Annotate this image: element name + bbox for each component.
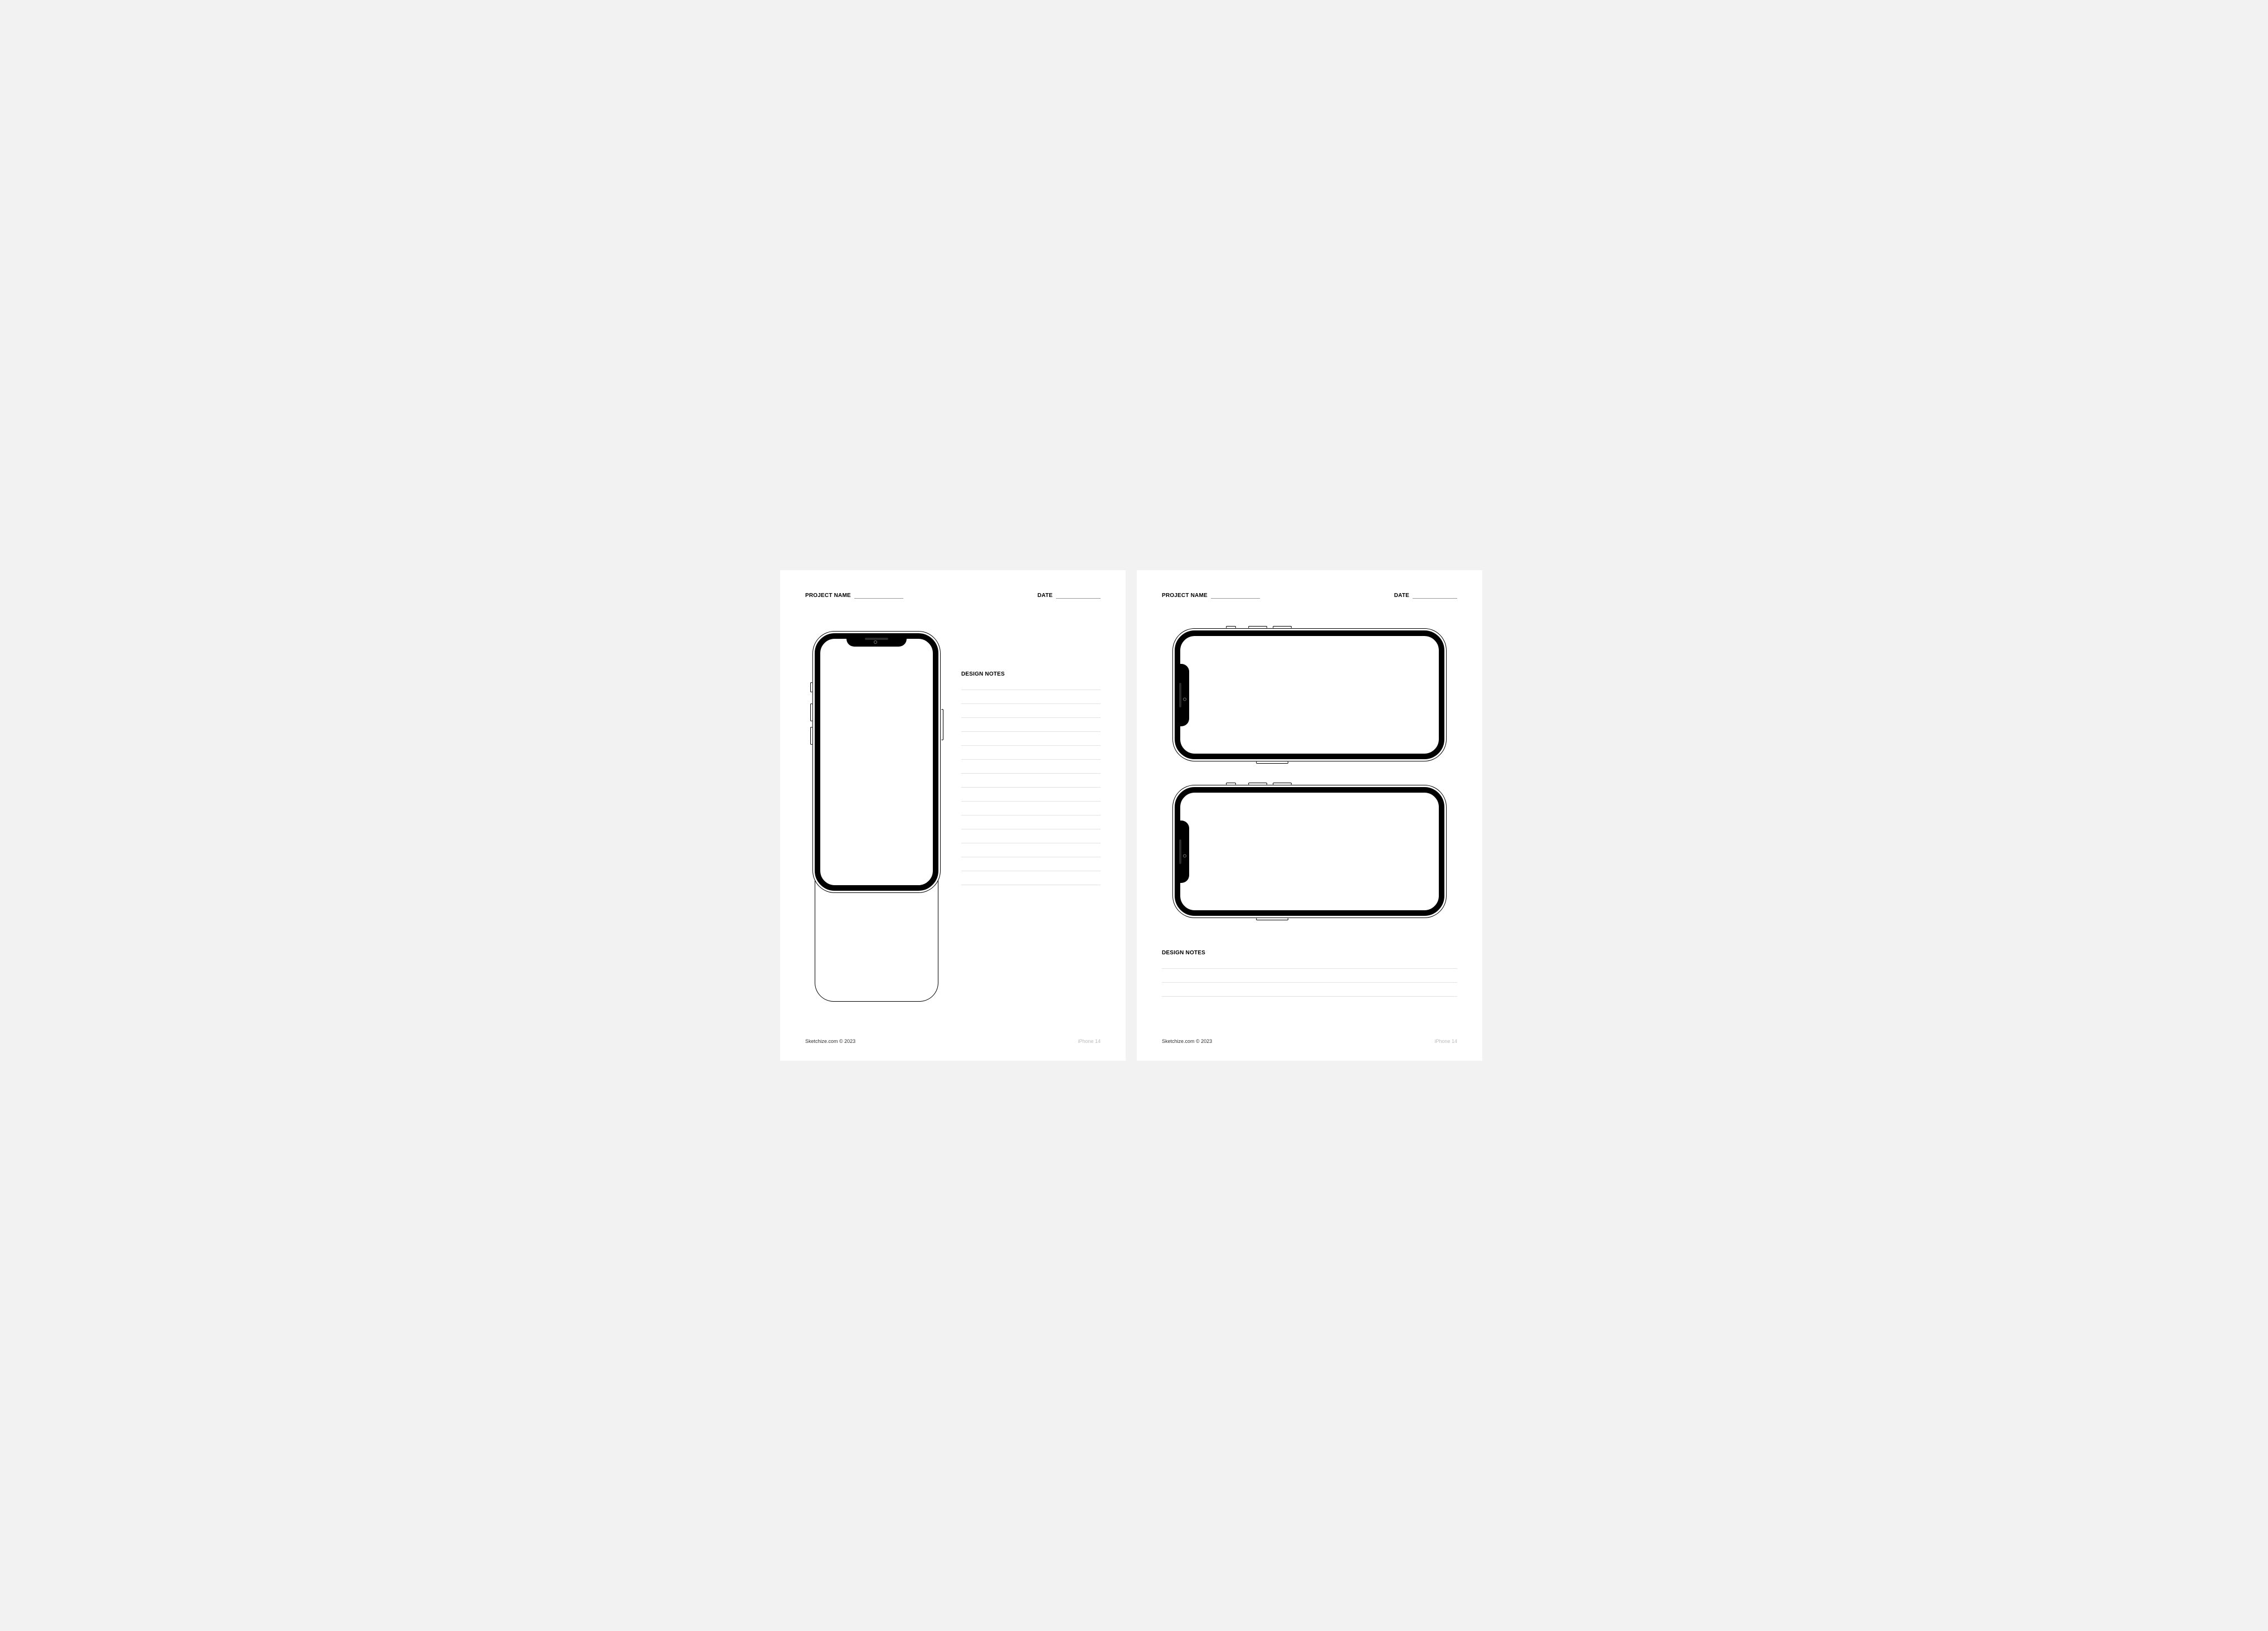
project-name-label: PROJECT NAME [805, 593, 851, 599]
phone-bezel [815, 633, 938, 891]
note-line[interactable] [961, 801, 1101, 802]
footer-model: iPhone 14 [1078, 1038, 1101, 1044]
note-line[interactable] [1162, 996, 1457, 997]
design-notes-section: DESIGN NOTES [961, 631, 1101, 1038]
phone-outer-frame [1172, 785, 1447, 918]
page2-body: DESIGN NOTES [1162, 627, 1457, 997]
page-portrait: PROJECT NAME DATE [780, 570, 1126, 1061]
page-footer: Sketchize.com © 2023 iPhone 14 [805, 1038, 1101, 1044]
footer-model: iPhone 14 [1434, 1038, 1457, 1044]
note-line[interactable] [961, 759, 1101, 760]
date-input-line[interactable] [1413, 593, 1457, 599]
date-label: DATE [1394, 593, 1409, 599]
design-notes-label: DESIGN NOTES [1162, 950, 1457, 956]
design-notes-label: DESIGN NOTES [961, 671, 1101, 677]
iphone-portrait-mockup [807, 631, 946, 1003]
note-line[interactable] [961, 773, 1101, 774]
note-lines [961, 690, 1101, 885]
camera-icon [1183, 854, 1186, 857]
iphone-landscape-mockup-2 [1172, 783, 1447, 920]
page-footer: Sketchize.com © 2023 iPhone 14 [1162, 1038, 1457, 1044]
page-landscape: PROJECT NAME DATE [1137, 570, 1482, 1061]
template-canvas: PROJECT NAME DATE [780, 570, 1488, 1061]
project-name-field: PROJECT NAME [1162, 593, 1260, 599]
note-line[interactable] [961, 717, 1101, 718]
design-notes-section: DESIGN NOTES [1162, 950, 1457, 997]
date-input-line[interactable] [1056, 593, 1101, 599]
phone-outer-frame [1172, 628, 1447, 761]
date-field: DATE [1394, 593, 1457, 599]
speaker-icon [865, 638, 888, 640]
project-name-input-line[interactable] [1211, 593, 1260, 599]
note-line[interactable] [1162, 968, 1457, 969]
scroll-extension-outline [815, 875, 938, 1002]
power-button-icon [941, 709, 943, 740]
power-button-icon [1256, 918, 1288, 920]
phone-bezel [1175, 787, 1444, 916]
date-field: DATE [1038, 593, 1101, 599]
iphone-landscape-mockup-1 [1172, 627, 1447, 763]
note-line[interactable] [961, 731, 1101, 732]
note-line[interactable] [961, 815, 1101, 816]
footer-credit: Sketchize.com © 2023 [1162, 1038, 1212, 1044]
note-line[interactable] [961, 745, 1101, 746]
power-button-icon [1256, 761, 1288, 764]
phone-outer-frame [812, 631, 941, 893]
note-line[interactable] [961, 787, 1101, 788]
project-name-label: PROJECT NAME [1162, 593, 1208, 599]
speaker-icon [1179, 683, 1181, 707]
phone-notch-icon [1175, 664, 1189, 726]
phone-column [805, 631, 945, 1038]
note-lines [1162, 968, 1457, 997]
camera-icon [874, 640, 877, 644]
phone-bezel [1175, 630, 1444, 759]
project-name-input-line[interactable] [854, 593, 903, 599]
page-header: PROJECT NAME DATE [1162, 593, 1457, 599]
project-name-field: PROJECT NAME [805, 593, 903, 599]
phone-notch-icon [846, 633, 907, 647]
page-header: PROJECT NAME DATE [805, 593, 1101, 599]
page1-body: DESIGN NOTES [805, 631, 1101, 1038]
date-label: DATE [1038, 593, 1053, 599]
footer-credit: Sketchize.com © 2023 [805, 1038, 855, 1044]
note-line[interactable] [961, 703, 1101, 704]
phone-notch-icon [1175, 821, 1189, 883]
camera-icon [1183, 697, 1186, 701]
note-line[interactable] [1162, 982, 1457, 983]
speaker-icon [1179, 839, 1181, 864]
